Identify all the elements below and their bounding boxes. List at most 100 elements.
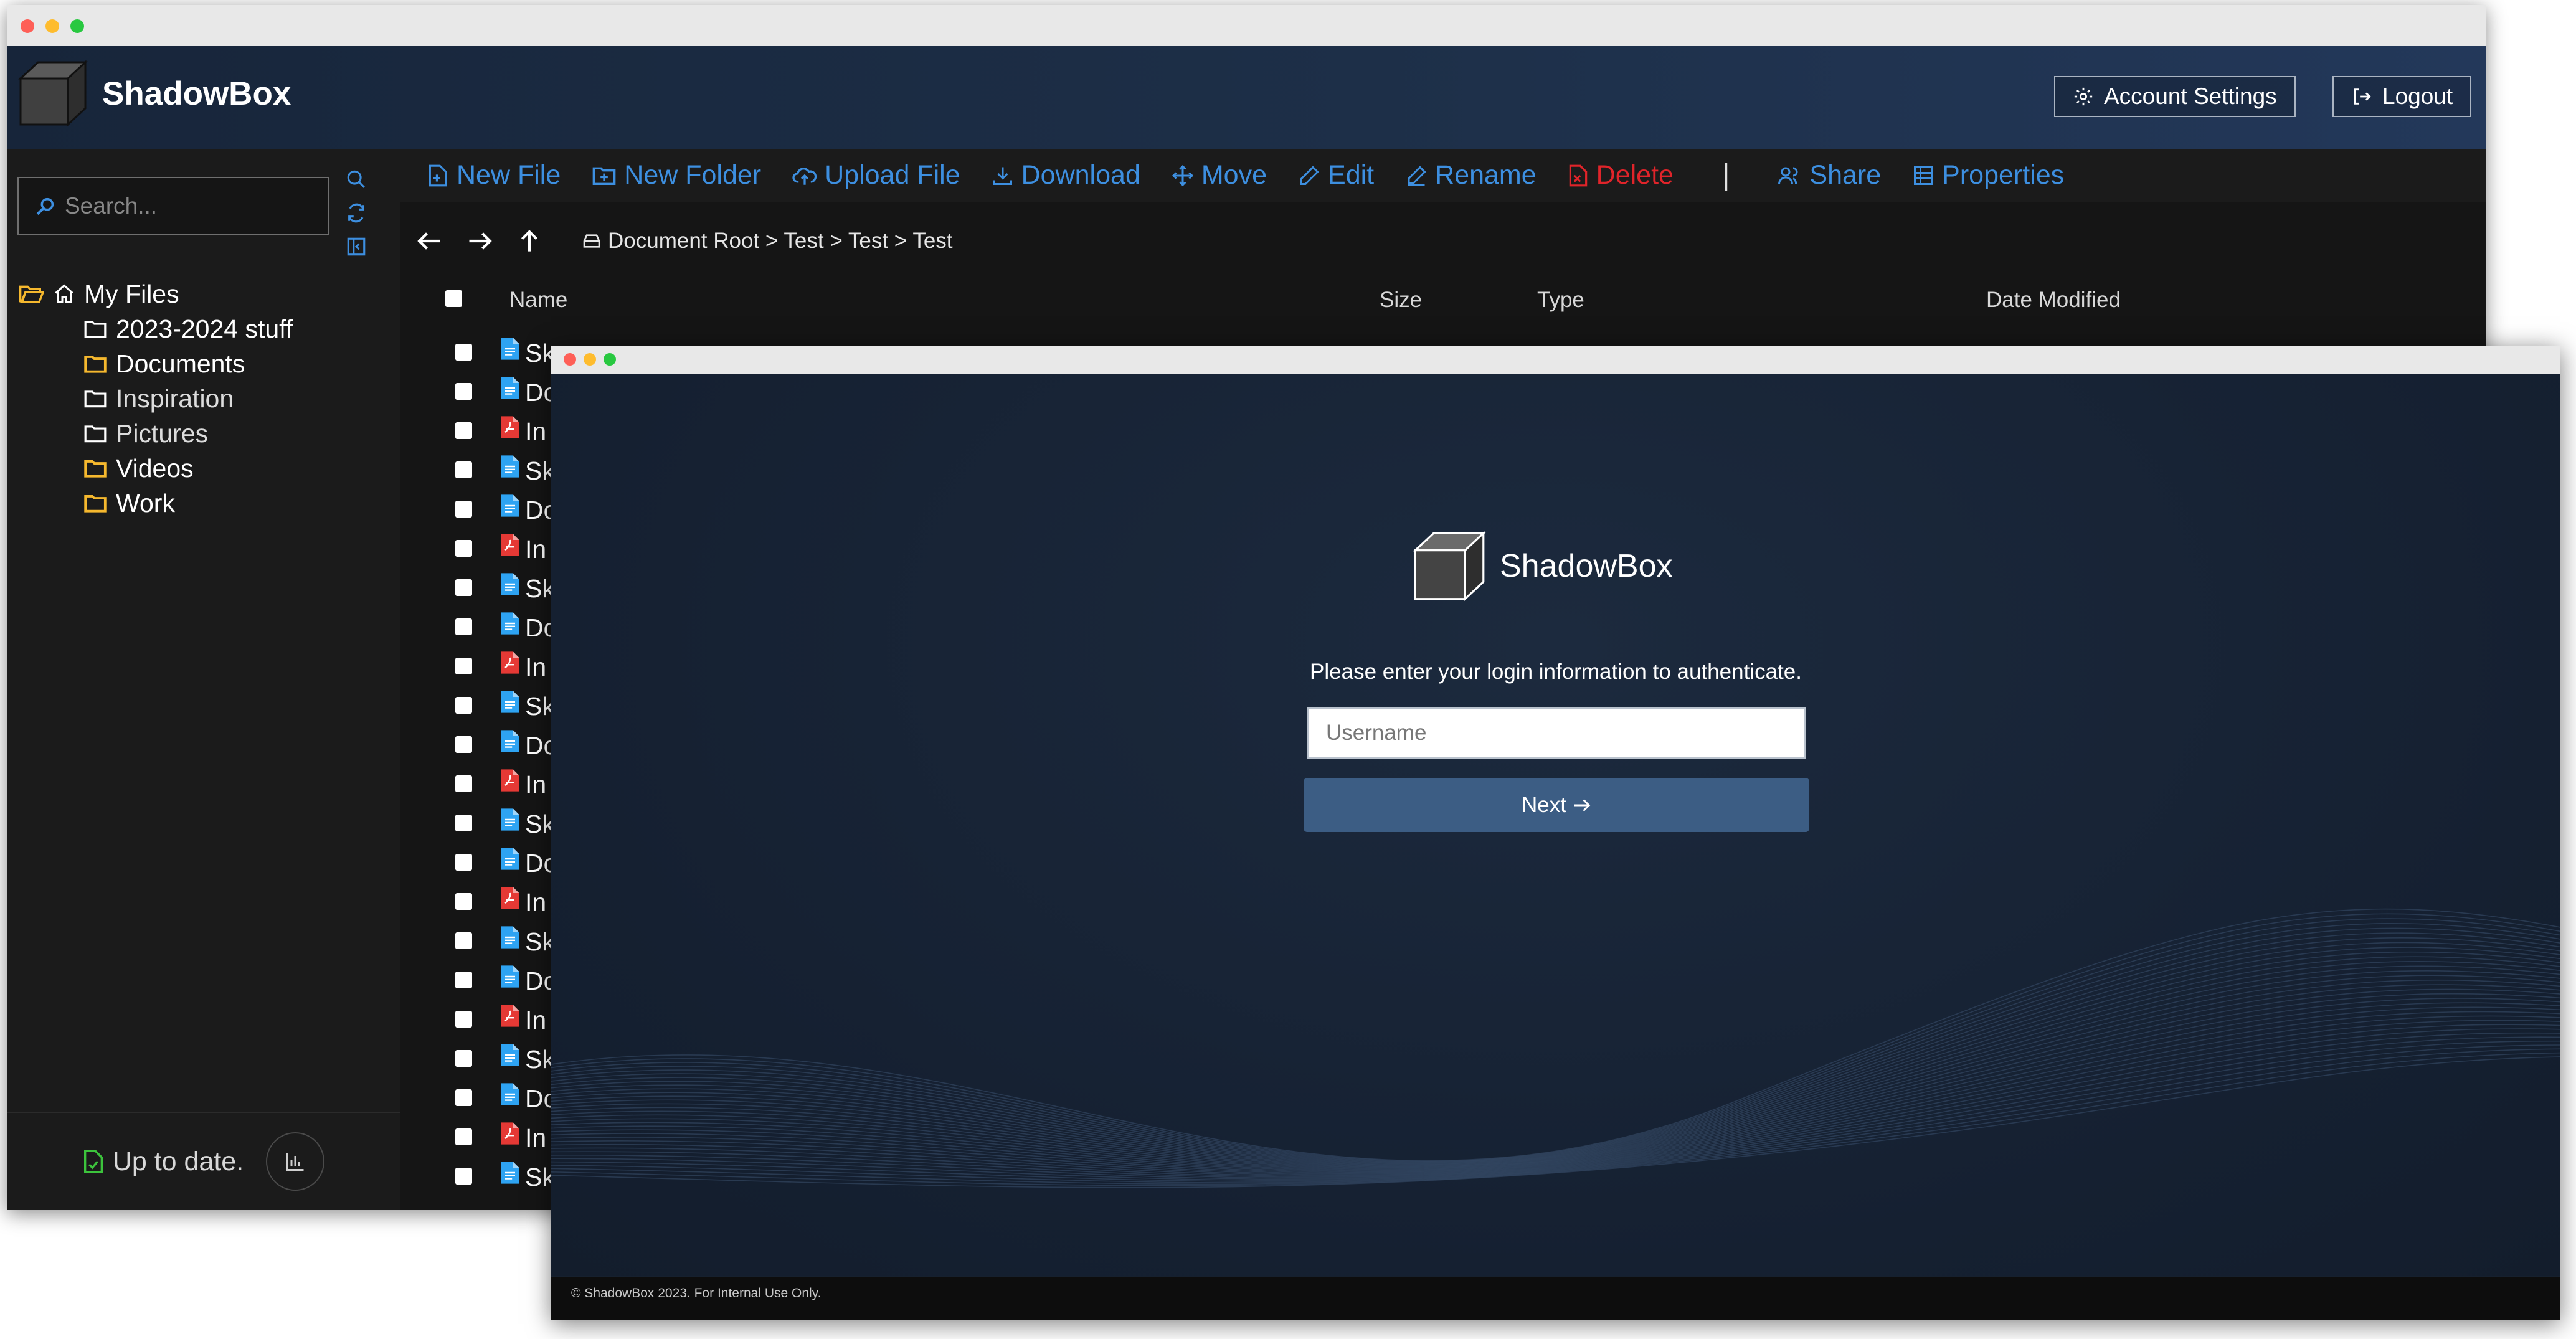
home-icon — [55, 284, 73, 303]
file-name: Sk — [525, 339, 555, 367]
table-row[interactable]: Sk — [400, 1039, 562, 1078]
row-checkbox[interactable] — [455, 815, 472, 831]
move-arrows-icon — [1172, 164, 1193, 186]
row-checkbox[interactable] — [455, 422, 472, 439]
tree-folder[interactable]: Work — [83, 486, 175, 521]
table-row[interactable]: Do — [400, 372, 562, 411]
table-row[interactable]: Do — [400, 725, 562, 764]
table-row[interactable]: Do — [400, 607, 562, 646]
table-row[interactable]: In — [400, 646, 562, 686]
row-checkbox[interactable] — [455, 775, 472, 792]
tree-folder[interactable]: Documents — [83, 346, 245, 381]
column-size[interactable]: Size — [1380, 288, 1422, 313]
row-checkbox[interactable] — [455, 1011, 472, 1028]
app-brand: ShadowBox — [102, 75, 291, 112]
table-row[interactable]: Do — [400, 843, 562, 882]
document-file-icon — [501, 848, 519, 870]
row-checkbox[interactable] — [455, 501, 472, 518]
share-button[interactable]: Share — [1777, 160, 1881, 191]
table-row[interactable]: In — [400, 764, 562, 803]
table-row[interactable]: In — [400, 1000, 562, 1039]
table-row[interactable]: Sk — [400, 333, 562, 372]
table-row[interactable]: Do — [400, 1078, 562, 1117]
row-checkbox[interactable] — [455, 1128, 472, 1145]
pdf-file-icon — [501, 651, 519, 674]
search-input[interactable]: Search... — [17, 177, 329, 235]
breadcrumb[interactable]: Document Root > Test > Test > Test — [582, 229, 953, 253]
minimize-window-button[interactable] — [45, 19, 59, 33]
statistics-button[interactable] — [266, 1132, 325, 1191]
row-checkbox[interactable] — [455, 1089, 472, 1106]
collapse-sidebar-icon[interactable] — [344, 230, 369, 263]
row-checkbox[interactable] — [455, 1050, 472, 1067]
properties-button[interactable]: Properties — [1912, 160, 2064, 191]
table-row[interactable]: Do — [400, 490, 562, 529]
row-checkbox[interactable] — [455, 540, 472, 557]
edit-button[interactable]: Edit — [1298, 160, 1374, 191]
username-input[interactable] — [1307, 707, 1806, 759]
file-name: Sk — [525, 457, 555, 485]
minimize-window-button[interactable] — [584, 353, 596, 366]
upload-file-button[interactable]: Upload File — [792, 160, 960, 191]
table-row[interactable]: In — [400, 882, 562, 921]
file-name: In — [525, 1006, 547, 1034]
row-checkbox[interactable] — [455, 618, 472, 635]
row-checkbox[interactable] — [455, 932, 472, 949]
document-file-icon — [501, 691, 519, 713]
column-type[interactable]: Type — [1537, 288, 1584, 313]
row-checkbox[interactable] — [455, 736, 472, 753]
pdf-file-icon — [501, 416, 519, 438]
edit-label: Edit — [1328, 160, 1375, 190]
close-window-button[interactable] — [564, 353, 576, 366]
file-name: Sk — [525, 1163, 555, 1191]
table-row[interactable]: Sk — [400, 568, 562, 607]
tree-folder[interactable]: 2023-2024 stuff — [83, 311, 293, 346]
refresh-icon[interactable] — [344, 196, 369, 230]
row-checkbox[interactable] — [455, 854, 472, 871]
table-row[interactable]: In — [400, 411, 562, 450]
tree-folder[interactable]: Pictures — [83, 416, 208, 451]
rename-button[interactable]: Rename — [1405, 160, 1537, 191]
table-row[interactable]: Sk — [400, 450, 562, 490]
row-checkbox[interactable] — [455, 579, 472, 596]
column-date-modified[interactable]: Date Modified — [1986, 288, 2121, 313]
row-checkbox[interactable] — [455, 383, 472, 400]
row-checkbox[interactable] — [455, 461, 472, 478]
tree-folder[interactable]: Videos — [83, 451, 194, 486]
row-checkbox[interactable] — [455, 697, 472, 714]
file-name: In — [525, 1124, 547, 1152]
move-button[interactable]: Move — [1172, 160, 1267, 191]
maximize-window-button[interactable] — [604, 353, 616, 366]
next-button[interactable]: Next — [1304, 778, 1809, 832]
delete-button[interactable]: Delete — [1568, 160, 1674, 191]
row-checkbox[interactable] — [455, 1168, 472, 1185]
row-checkbox[interactable] — [455, 344, 472, 361]
column-name[interactable]: Name — [509, 288, 567, 313]
logout-button[interactable]: Logout — [2332, 76, 2472, 117]
row-checkbox[interactable] — [455, 972, 472, 988]
table-row[interactable]: Sk — [400, 921, 562, 960]
row-checkbox[interactable] — [455, 658, 472, 674]
account-settings-button[interactable]: Account Settings — [2054, 76, 2296, 117]
maximize-window-button[interactable] — [70, 19, 84, 33]
new-folder-button[interactable]: New Folder — [592, 160, 761, 191]
table-row[interactable]: Sk — [400, 686, 562, 725]
table-row[interactable]: Sk — [400, 803, 562, 843]
download-button[interactable]: Download — [992, 160, 1140, 191]
table-row[interactable]: In — [400, 1117, 562, 1157]
tree-folder[interactable]: Inspiration — [83, 381, 234, 416]
table-row[interactable]: In — [400, 529, 562, 568]
up-arrow-icon[interactable] — [518, 229, 569, 253]
select-all-checkbox[interactable] — [445, 290, 462, 307]
document-file-icon — [501, 455, 519, 478]
search-icon[interactable] — [344, 163, 369, 196]
document-file-icon — [501, 494, 519, 517]
new-file-button[interactable]: New File — [427, 160, 561, 191]
forward-arrow-icon[interactable] — [467, 230, 518, 252]
tree-root-my-files[interactable]: My Files — [19, 277, 179, 311]
table-row[interactable]: Sk — [400, 1157, 562, 1196]
close-window-button[interactable] — [21, 19, 34, 33]
back-arrow-icon[interactable] — [416, 230, 467, 252]
table-row[interactable]: Do — [400, 960, 562, 1000]
row-checkbox[interactable] — [455, 893, 472, 910]
